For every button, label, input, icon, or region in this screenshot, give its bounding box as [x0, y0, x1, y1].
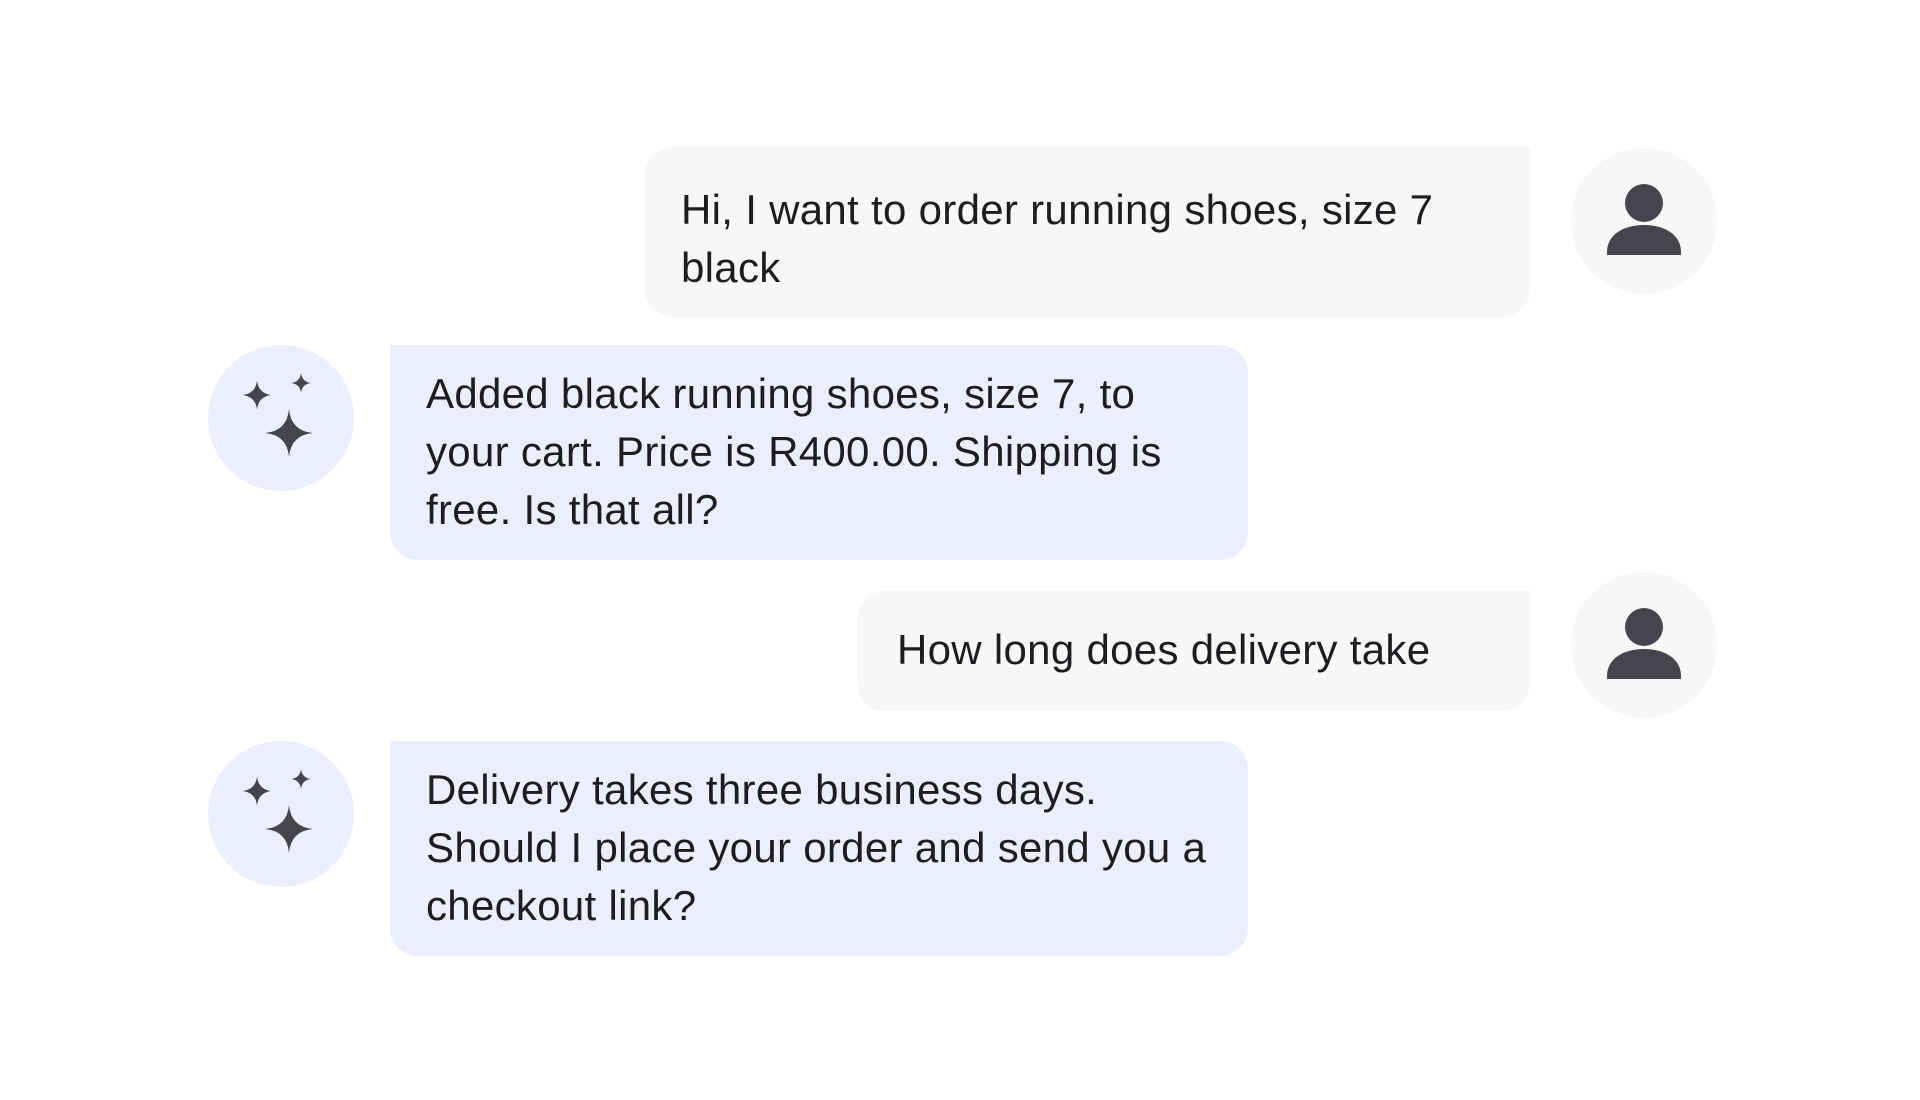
- assistant-avatar: [208, 741, 354, 887]
- user-message-bubble: How long does delivery take: [857, 591, 1530, 711]
- chat-transcript: Hi, I want to order running shoes, size …: [0, 0, 1920, 1100]
- user-avatar: [1571, 148, 1717, 294]
- message-text: Delivery takes three business days. Shou…: [426, 766, 1207, 929]
- assistant-message-bubble: Added black running shoes, size 7, to yo…: [390, 345, 1248, 560]
- message-text: Added black running shoes, size 7, to yo…: [426, 370, 1162, 533]
- user-avatar: [1571, 572, 1717, 718]
- person-icon: [1607, 184, 1681, 255]
- assistant-avatar: [208, 345, 354, 491]
- sparkles-icon: [243, 769, 313, 853]
- sparkles-icon: [243, 373, 313, 457]
- person-icon: [1607, 608, 1681, 679]
- user-message-bubble: Hi, I want to order running shoes, size …: [645, 147, 1530, 317]
- message-text: Hi, I want to order running shoes, size …: [681, 186, 1434, 291]
- assistant-message-bubble: Delivery takes three business days. Shou…: [390, 741, 1248, 956]
- message-text: How long does delivery take: [897, 626, 1431, 673]
